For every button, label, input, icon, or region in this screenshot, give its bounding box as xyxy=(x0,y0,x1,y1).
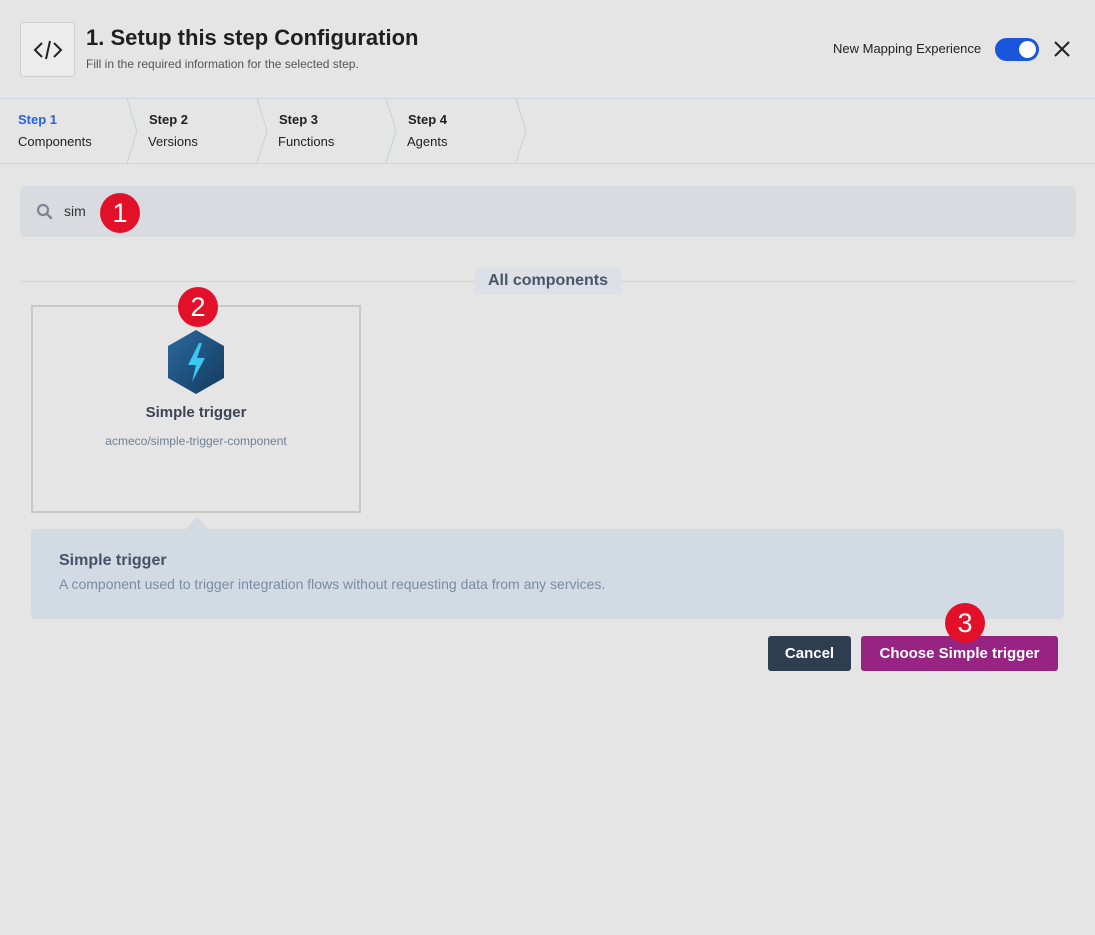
description-title: Simple trigger xyxy=(59,552,167,569)
search-input[interactable] xyxy=(64,199,964,223)
lightning-hexagon-icon xyxy=(168,330,224,394)
mapping-toggle-label: New Mapping Experience xyxy=(833,41,982,56)
step-versions[interactable]: Step 2 Versions xyxy=(130,99,260,163)
step-agents[interactable]: Step 4 Agents xyxy=(389,99,519,163)
component-path: acmeco/simple-trigger-component xyxy=(105,434,287,448)
step-number: Step 2 xyxy=(149,112,189,127)
step-name: Versions xyxy=(148,134,198,149)
step-number: Step 3 xyxy=(279,112,319,127)
annotation-badge: 1 xyxy=(100,193,140,233)
step-components[interactable]: Step 1 Components xyxy=(0,99,130,163)
component-card[interactable]: Simple trigger acmeco/simple-trigger-com… xyxy=(31,305,361,513)
step-number: Step 4 xyxy=(408,112,448,127)
dialog-header: 1. Setup this step Configuration Fill in… xyxy=(0,0,1095,98)
section-label: All components xyxy=(475,267,621,294)
step-name: Agents xyxy=(407,134,448,149)
component-description: Simple trigger A component used to trigg… xyxy=(31,529,1064,619)
close-icon[interactable] xyxy=(1050,37,1074,61)
step-navigation: Step 1 Components Step 2 Versions Step 3… xyxy=(0,98,1095,164)
mapping-toggle[interactable] xyxy=(995,38,1039,61)
code-icon xyxy=(20,22,75,77)
step-name: Components xyxy=(18,134,92,149)
page-subtitle: Fill in the required information for the… xyxy=(86,57,359,71)
component-search xyxy=(20,186,1076,237)
step-name: Functions xyxy=(278,134,335,149)
description-pointer xyxy=(186,517,208,529)
annotation-badge: 3 xyxy=(945,603,985,643)
step-functions[interactable]: Step 3 Functions xyxy=(260,99,390,163)
description-text: A component used to trigger integration … xyxy=(59,576,606,592)
component-title: Simple trigger xyxy=(145,404,247,421)
step-number: Step 1 xyxy=(18,112,58,127)
toggle-knob xyxy=(1019,41,1036,58)
page-title: 1. Setup this step Configuration xyxy=(86,25,419,50)
cancel-button[interactable]: Cancel xyxy=(768,636,851,671)
search-icon xyxy=(36,203,53,220)
annotation-badge: 2 xyxy=(178,287,218,327)
